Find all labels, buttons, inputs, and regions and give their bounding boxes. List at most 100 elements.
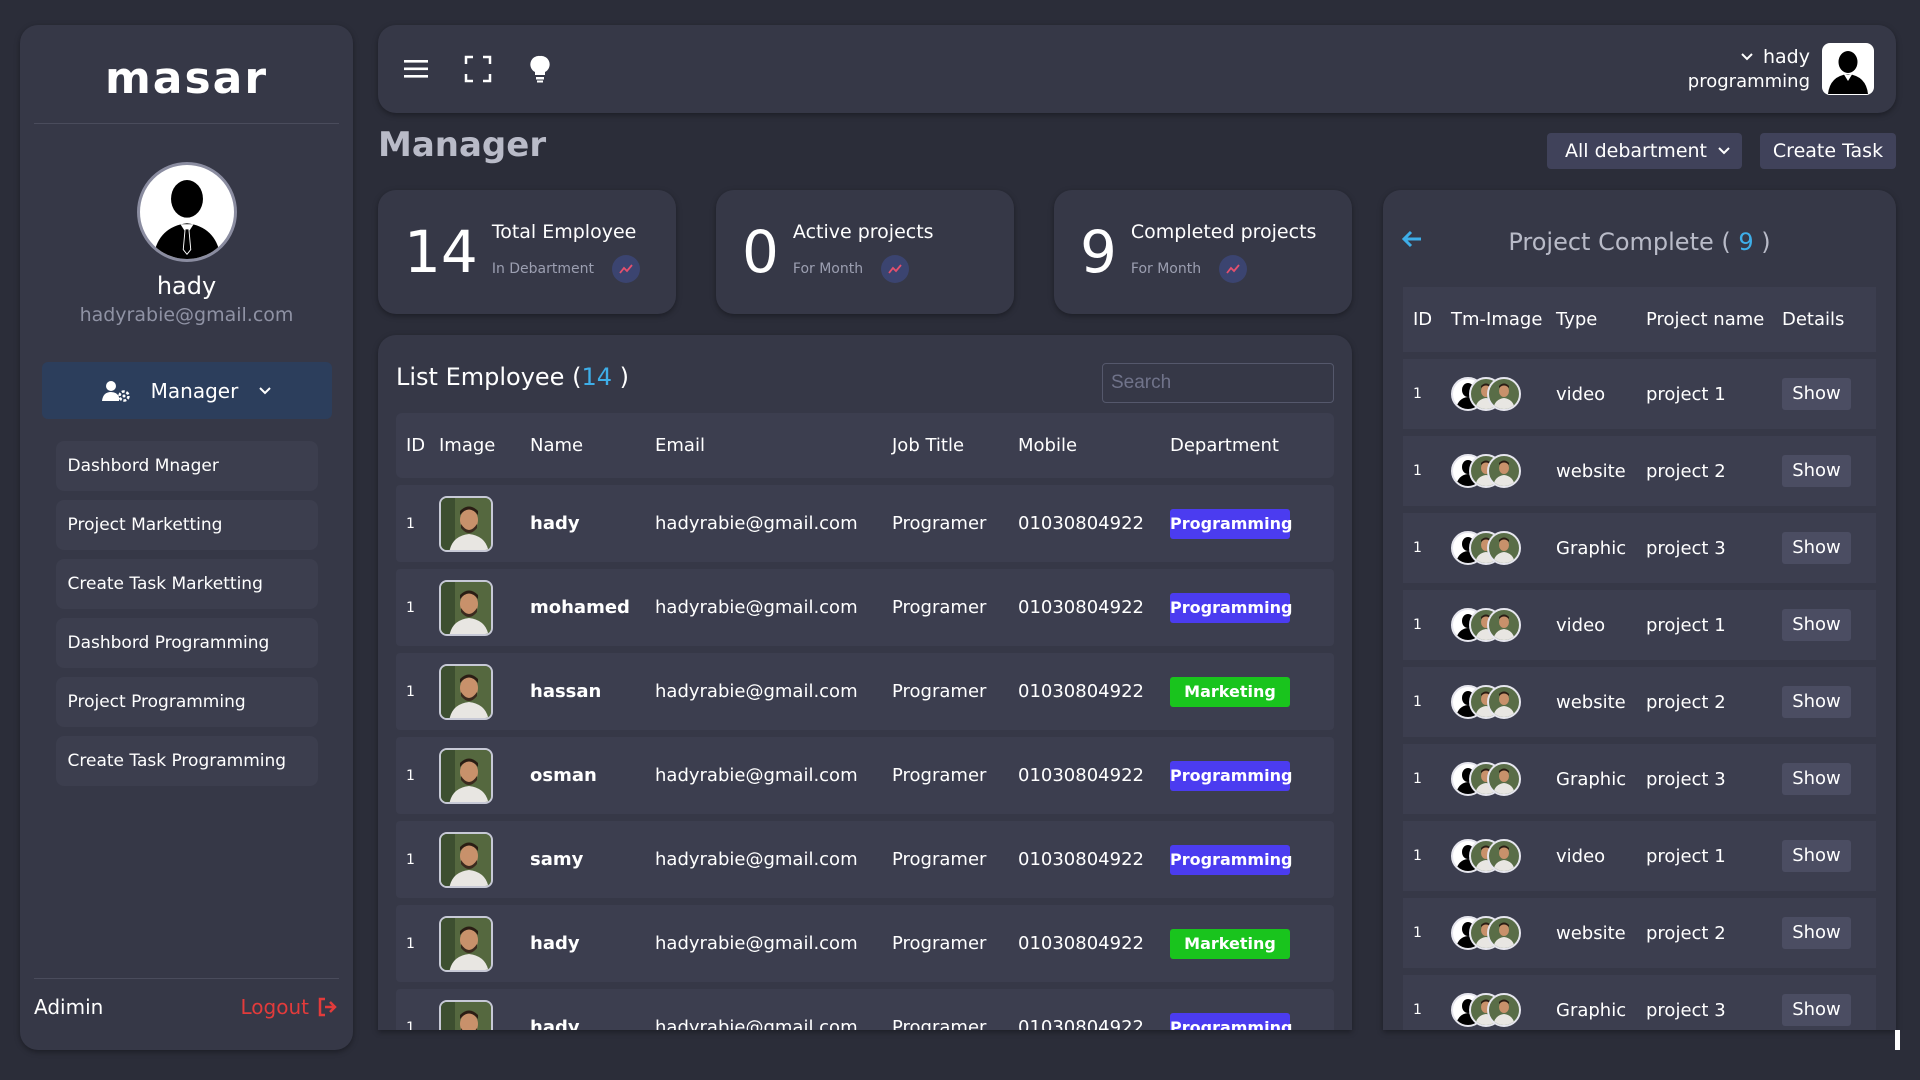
cell-email: hadyrabie@gmail.com [655, 849, 858, 870]
cell-id: 1 [406, 851, 415, 868]
column-header: Project name [1646, 309, 1765, 330]
show-button[interactable]: Show [1782, 994, 1851, 1026]
show-button[interactable]: Show [1782, 455, 1851, 487]
cell-name: hady [530, 513, 580, 534]
department-badge: Programming [1170, 844, 1292, 875]
menu-button[interactable] [400, 53, 432, 85]
cell-project-name: project 1 [1646, 845, 1726, 867]
cell-mobile: 01030804922 [1018, 1017, 1144, 1030]
show-button[interactable]: Show [1782, 917, 1851, 949]
column-header: Department [1170, 435, 1279, 456]
employee-table: ID Image Name Email Job Title Mobile Dep… [396, 413, 1334, 1030]
table-row[interactable]: 1 samy hadyrabie@gmail.com Programer 010… [396, 821, 1334, 898]
stat-sublabel: In Debartment [491, 261, 594, 277]
logout-icon [318, 997, 337, 1016]
cell-email: hadyrabie@gmail.com [655, 681, 858, 702]
cell-type: website [1556, 691, 1626, 713]
sidebar-item-project-marketing[interactable]: Project Marketting [55, 500, 318, 550]
project-complete-title-text: Project Complete [1508, 228, 1714, 256]
team-avatars [1451, 531, 1556, 565]
table-row[interactable]: 1 hady hadyrabie@gmail.com Programer 010… [396, 905, 1334, 982]
cell-name: hady [530, 933, 580, 954]
cell-mobile: 01030804922 [1018, 849, 1144, 870]
fullscreen-icon [464, 55, 492, 83]
cell-project-name: project 3 [1646, 537, 1726, 559]
cell-name: hassan [530, 681, 602, 702]
cell-type: video [1556, 845, 1606, 867]
table-row[interactable]: 1 osman hadyrabie@gmail.com Programer 01… [396, 737, 1334, 814]
show-button[interactable]: Show [1782, 378, 1851, 410]
search-input[interactable] [1102, 363, 1334, 403]
cell-mobile: 01030804922 [1018, 513, 1144, 534]
show-button[interactable]: Show [1782, 609, 1851, 641]
employee-photo [439, 831, 493, 888]
cell-type: Graphic [1556, 999, 1627, 1021]
cell-id: 1 [1413, 386, 1422, 402]
department-select[interactable]: All debartment [1547, 133, 1742, 169]
app-logo[interactable]: masar [105, 47, 268, 109]
table-row[interactable]: 1 hassan hadyrabie@gmail.com Programer 0… [396, 653, 1334, 730]
cell-type: website [1556, 460, 1626, 482]
stat-card-active-projects: 0 Active projects For Month [716, 190, 1014, 314]
cell-id: 1 [406, 683, 415, 700]
cell-id: 1 [1413, 925, 1422, 941]
cell-id: 1 [1413, 617, 1422, 633]
show-button[interactable]: Show [1782, 763, 1851, 795]
sidebar-item-project-programming[interactable]: Project Programming [55, 677, 318, 727]
theme-button[interactable] [524, 53, 556, 85]
table-row[interactable]: 1 mohamed hadyrabie@gmail.com Programer … [396, 569, 1334, 646]
cell-type: Graphic [1556, 768, 1627, 790]
sidebar-item-create-task-marketing[interactable]: Create Task Marketting [55, 559, 318, 609]
cell-project-name: project 2 [1646, 460, 1726, 482]
user-silhouette-icon [152, 180, 221, 259]
project-table: ID Tm-Image Type Project name Details 1 … [1403, 287, 1876, 1030]
fullscreen-button[interactable] [462, 53, 494, 85]
avatar[interactable] [1822, 43, 1874, 95]
chevron-down-icon [1741, 53, 1753, 61]
employee-list-panel: List Employee (14 ) ID Image Name Email … [378, 335, 1352, 1030]
sidebar-item-create-task-programming[interactable]: Create Task Programming [55, 736, 318, 786]
cell-name: osman [530, 765, 597, 786]
cell-type: video [1556, 614, 1606, 636]
cell-name: samy [530, 849, 584, 870]
cell-email: hadyrabie@gmail.com [655, 513, 858, 534]
sidebar: masar hady hadyrabie@gmail.com Manager D… [20, 25, 353, 1050]
cell-id: 1 [406, 767, 415, 784]
role-dropdown[interactable]: Manager [41, 362, 332, 419]
project-complete-title: Project Complete ( 9 ) [1508, 228, 1771, 256]
table-row[interactable]: 1 hady hadyrabie@gmail.com Programer 010… [396, 485, 1334, 562]
scrollbar[interactable] [1895, 1030, 1900, 1050]
department-badge: Programming [1170, 508, 1292, 539]
column-header: Tm-Image [1451, 309, 1543, 330]
create-task-button[interactable]: Create Task [1760, 133, 1896, 169]
show-button[interactable]: Show [1782, 532, 1851, 564]
stat-label: Active projects [792, 221, 934, 243]
sidebar-item-dashboard-programming[interactable]: Dashbord Programming [55, 618, 318, 668]
cell-type: website [1556, 922, 1626, 944]
cell-job-title: Programer [892, 681, 987, 702]
table-row: 1 video project 1 Show [1403, 359, 1876, 429]
user-menu[interactable]: hady programming [1688, 43, 1874, 95]
employee-photo [439, 663, 493, 720]
project-table-header: ID Tm-Image Type Project name Details [1403, 287, 1876, 352]
department-badge: Programming [1170, 592, 1292, 623]
column-header: Image [439, 435, 496, 456]
table-row[interactable]: 1 hady hadyrabie@gmail.com Programer 010… [396, 989, 1334, 1030]
stat-label: Completed projects [1130, 221, 1317, 243]
show-button[interactable]: Show [1782, 840, 1851, 872]
sidebar-item-dashboard-manager[interactable]: Dashbord Mnager [55, 441, 318, 491]
cell-email: hadyrabie@gmail.com [655, 1017, 858, 1030]
table-row: 1 website project 2 Show [1403, 898, 1876, 968]
team-avatars [1451, 993, 1556, 1027]
show-button[interactable]: Show [1782, 686, 1851, 718]
employee-photo [439, 747, 493, 804]
menu-icon [404, 60, 428, 78]
project-count: 9 [1738, 228, 1754, 256]
team-avatars [1451, 762, 1556, 796]
logout-button[interactable]: Logout [241, 995, 339, 1019]
employee-list-title: List Employee (14 ) [396, 363, 629, 391]
role-label: Manager [150, 378, 239, 403]
cell-job-title: Programer [892, 1017, 987, 1030]
column-header: Details [1782, 309, 1845, 330]
admin-label: Adimin [34, 994, 104, 1019]
